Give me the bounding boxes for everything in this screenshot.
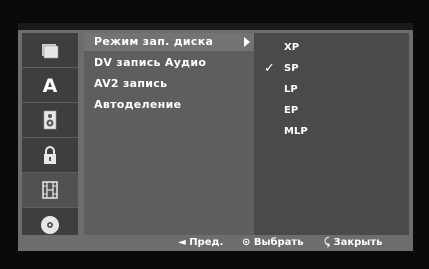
sidebar: A (22, 33, 78, 242)
option-mlp[interactable]: MLP (284, 126, 308, 137)
top-bar (18, 23, 413, 30)
option-ep[interactable]: EP (284, 105, 298, 116)
menu-item-dv-audio[interactable]: DV запись Аудио (84, 54, 254, 72)
sidebar-item-recording[interactable] (22, 173, 78, 207)
arrow-right-icon (244, 37, 250, 47)
sidebar-item-language[interactable]: A (22, 68, 78, 102)
sidebar-item-lock[interactable] (22, 138, 78, 172)
disc-icon (42, 44, 59, 59)
option-xp[interactable]: XP (284, 42, 299, 53)
close-label: Закрыть (333, 237, 383, 248)
lock-icon (44, 146, 56, 164)
option-sp[interactable]: SP (284, 63, 299, 74)
left-arrow-icon: ◄ (178, 237, 186, 248)
sidebar-item-disc[interactable] (22, 33, 78, 67)
select-label: Выбрать (253, 237, 304, 248)
menu-item-label: DV запись Аудио (94, 56, 207, 69)
audio-icon (43, 110, 57, 130)
settings-menu: Режим зап. диска DV запись Аудио AV2 зап… (84, 33, 254, 239)
return-icon: ⤹ (324, 237, 330, 248)
menu-item-label: Режим зап. диска (94, 35, 214, 48)
language-icon: A (43, 75, 58, 96)
enter-icon: ⊙ (242, 237, 251, 248)
recording-film-icon (42, 181, 58, 199)
svg-text:A: A (43, 75, 58, 96)
sidebar-item-audio[interactable] (22, 103, 78, 137)
menu-item-label: Автоделение (94, 98, 182, 111)
menu-item-auto-chapter[interactable]: Автоделение (84, 96, 254, 114)
close-hint[interactable]: ⤹ Закрыть (324, 237, 382, 248)
prev-label: Пред. (189, 237, 224, 248)
prev-hint[interactable]: ◄ Пред. (178, 237, 223, 248)
setup-menu-frame: A Режим зап. диска DV запись Аудио AV2 з… (18, 23, 413, 251)
menu-item-av2-record[interactable]: AV2 запись (84, 75, 254, 93)
option-lp[interactable]: LP (284, 84, 298, 95)
dvd-disc-icon (41, 216, 59, 234)
menu-item-label: AV2 запись (94, 77, 168, 90)
check-icon: ✓ (264, 61, 275, 76)
select-hint[interactable]: ⊙ Выбрать (242, 237, 304, 248)
hint-bar: ◄ Пред. ⊙ Выбрать ⤹ Закрыть (18, 235, 413, 251)
menu-item-disc-record-mode[interactable]: Режим зап. диска (84, 33, 254, 51)
record-mode-options: XP ✓ SP LP EP MLP (254, 33, 409, 239)
